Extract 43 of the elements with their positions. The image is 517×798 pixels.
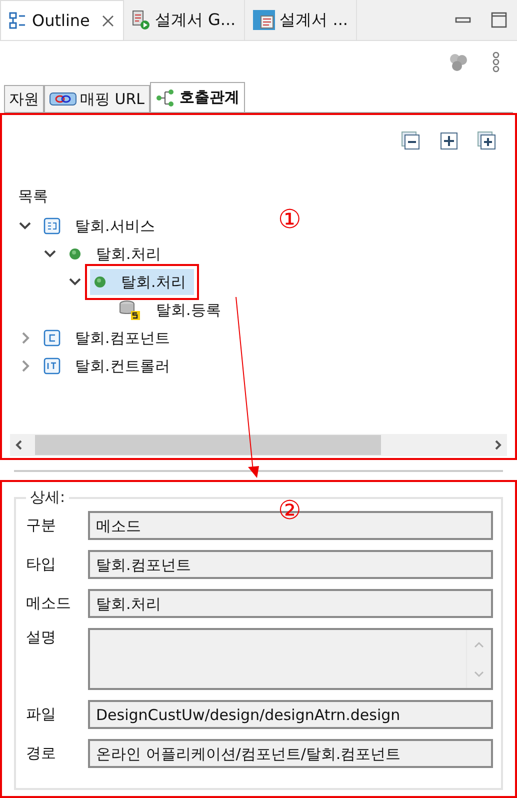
text-field[interactable]: 온라인 어플리케이션/컴포넌트/탈회.컴포넌트	[88, 739, 493, 768]
text-field[interactable]: 탈회.컴포넌트	[88, 550, 493, 579]
tree-item[interactable]: 탈회.등록	[115, 297, 229, 324]
tree-label: 목록	[17, 186, 49, 208]
scroll-thumb[interactable]	[35, 435, 381, 456]
field-label: 파일	[26, 705, 57, 724]
tab[interactable]: 매핑 URL	[44, 85, 150, 112]
tree-item[interactable]: 탈회.처리	[90, 269, 194, 296]
expand-all-icon[interactable]	[477, 131, 497, 152]
tree-item[interactable]: 탈회.처리	[65, 241, 169, 268]
method-icon	[68, 247, 82, 262]
field-label: 메소드	[26, 594, 72, 613]
tab[interactable]: 자원	[4, 85, 44, 112]
class-icon	[43, 357, 61, 376]
group-title: 상세:	[29, 488, 66, 507]
tree-item[interactable]: 탈회.서비스	[40, 213, 163, 240]
close-icon[interactable]	[100, 14, 115, 28]
view-tab[interactable]: Outline	[0, 0, 124, 40]
text-field[interactable]: DesignCustUw/design/designAtrn.design	[88, 700, 493, 729]
horizontal-scrollbar[interactable]	[10, 434, 507, 456]
field-label: 경로	[26, 744, 57, 763]
class-icon	[43, 217, 61, 236]
tab[interactable]: 호출관계	[150, 82, 245, 112]
field-label: 설명	[26, 628, 57, 647]
database-icon	[118, 299, 142, 322]
document-table-icon	[252, 10, 275, 30]
class-icon	[43, 329, 61, 348]
view-tab[interactable]: 설계서 ...	[244, 0, 357, 40]
document-run-icon	[132, 10, 150, 30]
view-tab[interactable]: 설계서 G...	[124, 0, 245, 40]
field-label: 타입	[26, 555, 57, 574]
link-icon	[49, 91, 77, 108]
annotation-number: ①	[278, 205, 302, 236]
maximize-icon[interactable]	[490, 11, 508, 30]
tree-item[interactable]: 탈회.컨트롤러	[40, 353, 178, 380]
tree-item[interactable]: 탈회.컴포넌트	[40, 325, 178, 352]
outline-icon	[9, 12, 27, 30]
text-field[interactable]: 탈회.처리	[88, 589, 493, 618]
menu-icon[interactable]	[491, 50, 501, 73]
field-label: 구분	[26, 516, 57, 535]
method-icon	[93, 275, 107, 290]
expand-icon[interactable]	[439, 131, 459, 152]
collapse-all-icon[interactable]	[401, 131, 421, 152]
